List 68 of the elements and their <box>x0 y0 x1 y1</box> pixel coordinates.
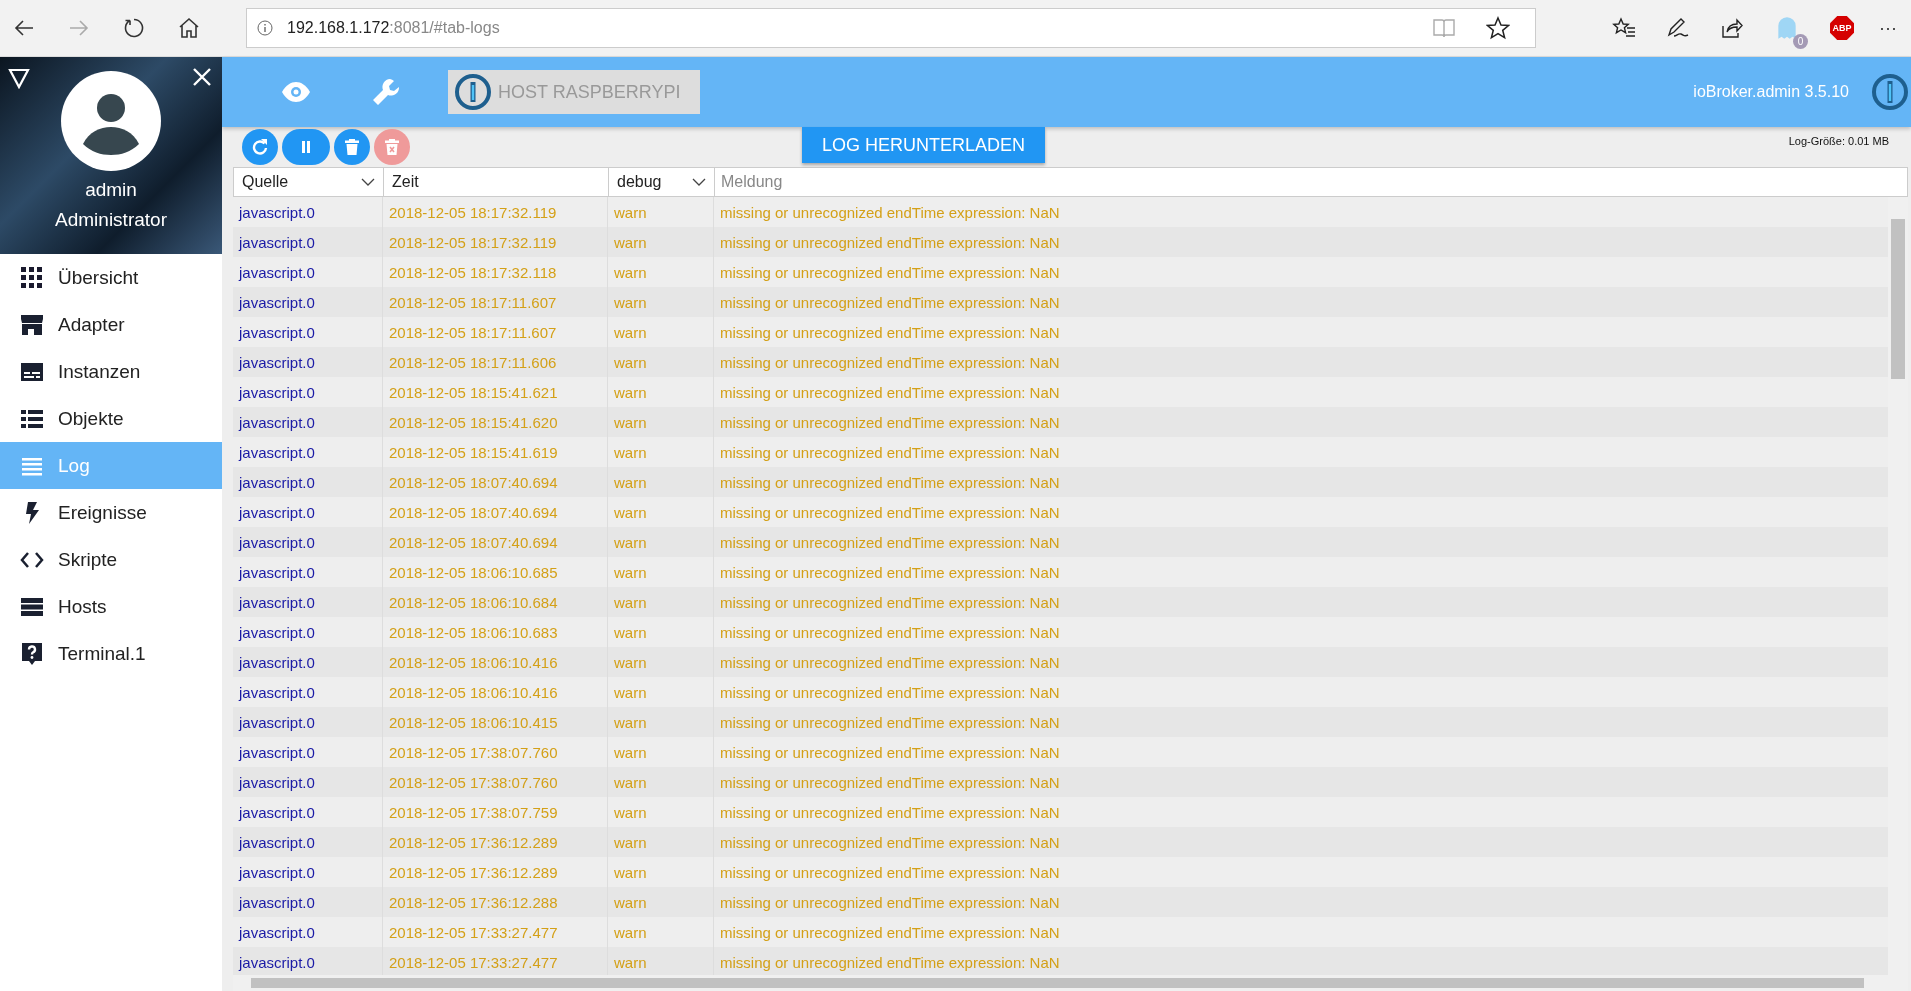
triangle-icon[interactable] <box>8 67 30 89</box>
sidebar-item[interactable]: Objekte <box>0 395 222 442</box>
sidebar-item[interactable]: Skripte <box>0 536 222 583</box>
power-logo-icon <box>1871 73 1909 111</box>
home-icon[interactable] <box>177 16 201 40</box>
table-cell-text: missing or unrecognized endTime expression: NaN <box>719 442 1061 463</box>
table-cell-text: missing or unrecognized endTime expression: NaN <box>719 232 1061 253</box>
star-icon[interactable] <box>1486 16 1510 40</box>
table-cell-text: missing or unrecognized endTime expression: NaN <box>719 742 1061 763</box>
table-cell-text: missing or unrecognized endTime expression: NaN <box>719 262 1061 283</box>
more-button[interactable]: ··· <box>1879 17 1897 39</box>
table-cell-text: missing or unrecognized endTime expression: NaN <box>719 472 1061 493</box>
table-cell-text: missing or unrecognized endTime expression: NaN <box>719 772 1061 793</box>
pause-button[interactable] <box>282 129 330 165</box>
user-name: admin <box>85 179 137 201</box>
url-text: 192.168.1.172:8081/#tab-logs <box>287 19 500 37</box>
sidebar-item[interactable]: Übersicht <box>0 254 222 301</box>
delete-button[interactable] <box>334 129 370 165</box>
table-cell-text: missing or unrecognized endTime expression: NaN <box>719 802 1061 823</box>
table-cell-text: missing or unrecognized endTime expression: NaN <box>719 682 1061 703</box>
sidebar-item[interactable]: Hosts <box>0 583 222 630</box>
table-cell-text: missing or unrecognized endTime expression: NaN <box>719 322 1061 343</box>
user-role: Administrator <box>55 209 167 231</box>
sidebar-item[interactable]: Adapter <box>0 301 222 348</box>
caret-icon <box>361 177 375 187</box>
nav-icon <box>20 641 44 666</box>
share-icon[interactable] <box>1720 16 1744 40</box>
table-cell-text: missing or unrecognized endTime expression: NaN <box>719 382 1061 403</box>
table-cell-text: missing or unrecognized endTime expression: NaN <box>719 832 1061 853</box>
message-filter-field[interactable]: Meldung <box>714 167 1908 197</box>
table-cell-text: missing or unrecognized endTime expression: NaN <box>719 502 1061 523</box>
table-cell-text: missing or unrecognized endTime expression: NaN <box>719 952 1061 973</box>
table-cell-text: missing or unrecognized endTime expression: NaN <box>719 892 1061 913</box>
close-icon[interactable] <box>192 67 212 87</box>
sidebar-item[interactable]: Instanzen <box>0 348 222 395</box>
address-bar[interactable]: 192.168.1.172:8081/#tab-logs <box>246 8 1536 48</box>
nav-icon <box>20 265 44 290</box>
sidebar-item[interactable]: Terminal.1 <box>0 630 222 677</box>
table-cell-text: missing or unrecognized endTime expression: NaN <box>719 532 1061 553</box>
column-header: Zeit <box>383 167 608 197</box>
adblock-button[interactable]: ABP <box>1830 16 1854 40</box>
book-icon[interactable] <box>1432 16 1456 40</box>
table-cell-text: missing or unrecognized endTime expression: NaN <box>719 562 1061 583</box>
avatar-icon <box>61 71 161 171</box>
table-cell-text: missing or unrecognized endTime expression: NaN <box>719 922 1061 943</box>
table-cell-text: missing or unrecognized endTime expression: NaN <box>719 622 1061 643</box>
table-cell-text: missing or unrecognized endTime expression: NaN <box>719 412 1061 433</box>
sidebar-item[interactable]: Ereignisse <box>0 489 222 536</box>
version-label: ioBroker.admin 3.5.10 <box>1693 83 1849 101</box>
caret-icon <box>692 177 706 187</box>
table-cell-text: missing or unrecognized endTime expression: NaN <box>719 862 1061 883</box>
reload-button[interactable] <box>242 129 278 165</box>
favorites-icon[interactable] <box>1612 16 1636 40</box>
table-cell-text: missing or unrecognized endTime expression: NaN <box>719 202 1061 223</box>
pen-icon[interactable] <box>1666 16 1690 40</box>
table-cell-text: missing or unrecognized endTime expression: NaN <box>719 652 1061 673</box>
info-icon[interactable] <box>257 20 273 36</box>
table-cell-text: missing or unrecognized endTime expression: NaN <box>719 292 1061 313</box>
power-logo-icon <box>454 73 492 111</box>
count-badge: 0 <box>1793 34 1808 49</box>
column-filter-dropdown[interactable]: debug <box>608 167 714 197</box>
table-cell-text: missing or unrecognized endTime expression: NaN <box>719 592 1061 613</box>
column-filter-dropdown[interactable]: Quelle <box>233 167 383 197</box>
nav-icon <box>20 312 44 337</box>
log-size-label: Log-Größe: 0.01 MB <box>1788 135 1889 147</box>
table-cell-text: missing or unrecognized endTime expression: NaN <box>719 352 1061 373</box>
table-cell-text: missing or unrecognized endTime expression: NaN <box>719 712 1061 733</box>
reload-icon[interactable] <box>122 16 146 40</box>
